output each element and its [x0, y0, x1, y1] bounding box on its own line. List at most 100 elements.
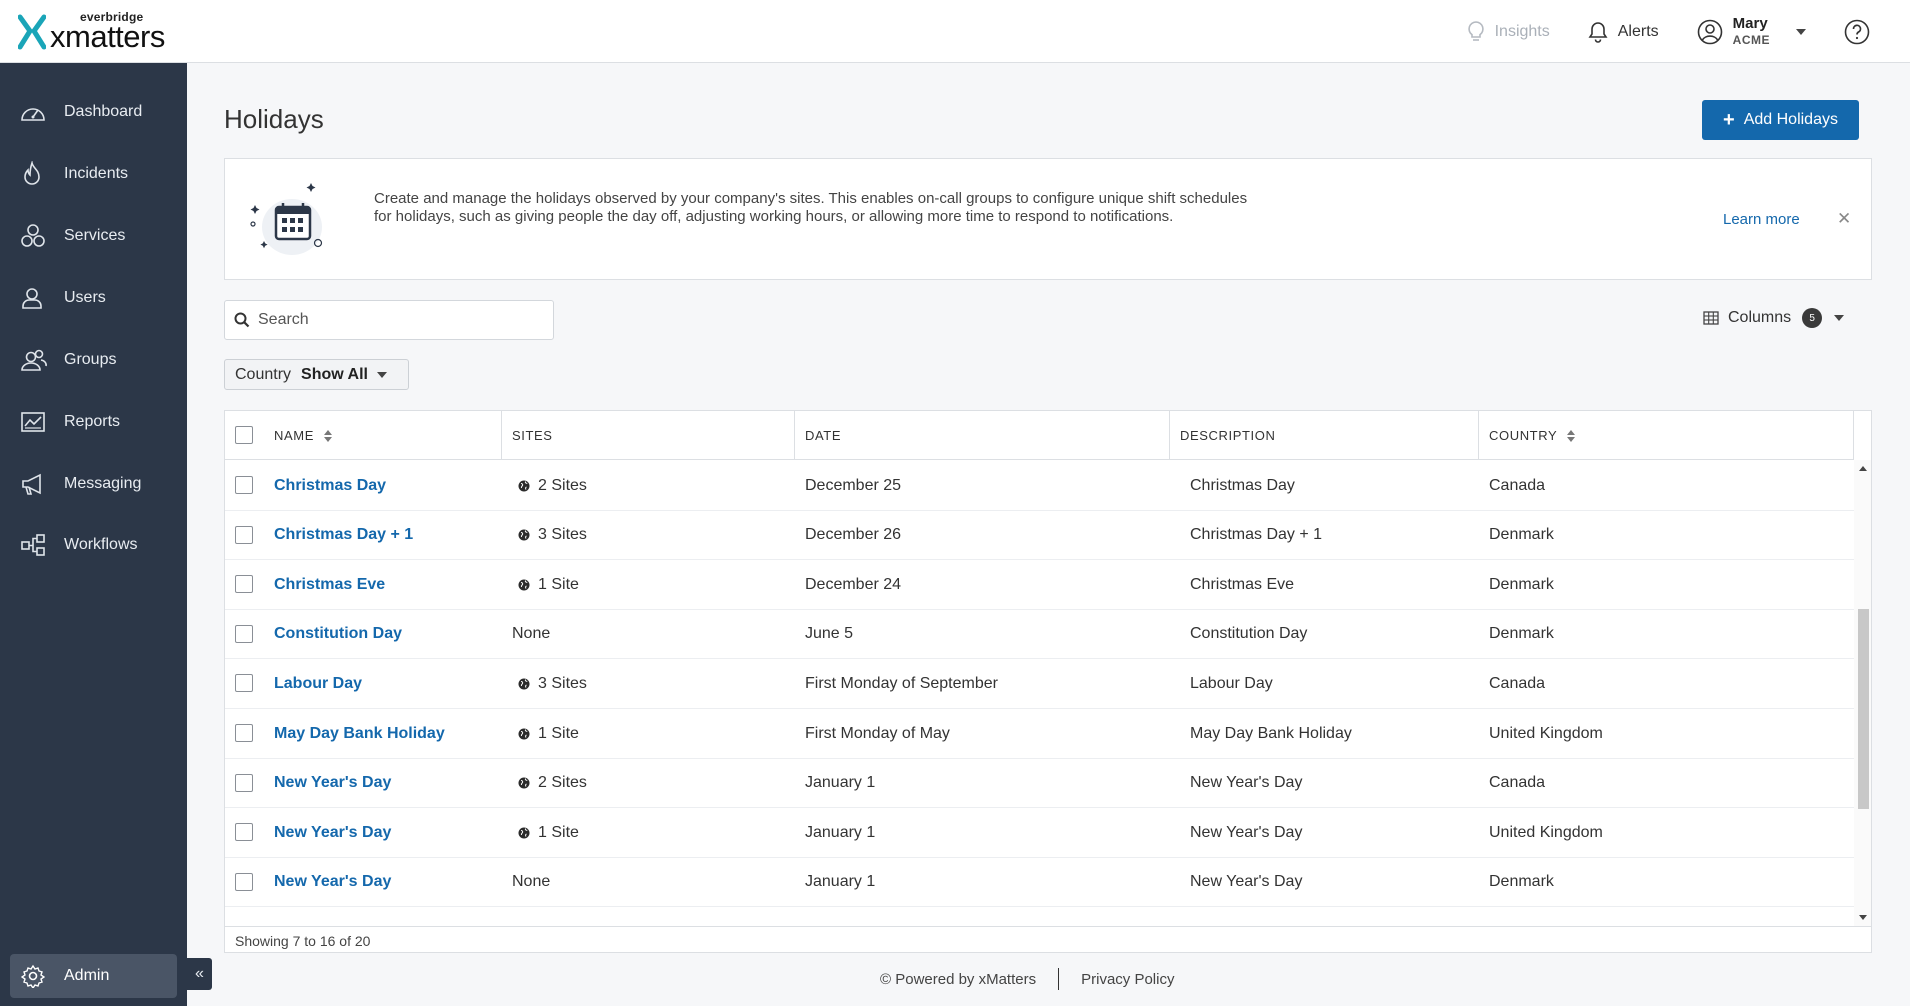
- plus-icon: +: [1723, 109, 1735, 131]
- sites-label: 2 Sites: [538, 476, 587, 494]
- lightbulb-icon: [1467, 20, 1484, 41]
- table-row[interactable]: Christmas Eve 1 Site December 24 Christmas …: [225, 560, 1854, 610]
- sidebar-item-incidents[interactable]: Incidents: [0, 149, 187, 199]
- sites-cell: None: [512, 858, 550, 907]
- search-input[interactable]: [258, 311, 538, 329]
- holiday-name-link[interactable]: Christmas Eve: [274, 560, 385, 609]
- collapse-sidebar-button[interactable]: «: [187, 958, 212, 990]
- row-checkbox[interactable]: [235, 823, 253, 842]
- table-row[interactable]: New Year's Day 1 Site January 1 New Year's …: [225, 808, 1854, 858]
- table-row[interactable]: May Day Bank Holiday 1 Site First Monday o…: [225, 709, 1854, 759]
- chevron-down-icon: [377, 371, 387, 378]
- row-checkbox[interactable]: [235, 724, 253, 742]
- holiday-name-link[interactable]: Christmas Day: [274, 461, 386, 510]
- scroll-up-icon[interactable]: [1859, 466, 1867, 471]
- table-row[interactable]: Christmas Day + 1 3 Sites December 26 Chris…: [225, 511, 1854, 561]
- table-row[interactable]: Labour Day 3 Sites First Monday of Septemb…: [225, 659, 1854, 709]
- sites-label: 3 Sites: [538, 526, 587, 544]
- close-icon[interactable]: ✕: [1837, 209, 1851, 229]
- header-sites-label: SITES: [512, 428, 553, 443]
- privacy-policy-link[interactable]: Privacy Policy: [1081, 971, 1174, 988]
- user-org: ACME: [1732, 32, 1770, 47]
- holiday-name-link[interactable]: New Year's Day: [274, 759, 391, 808]
- sidebar-item-messaging[interactable]: Messaging: [0, 459, 187, 509]
- country-cell: United Kingdom: [1489, 724, 1603, 742]
- filter-value: Show All: [301, 365, 368, 383]
- alerts-link[interactable]: Alerts: [1588, 21, 1659, 43]
- table-row[interactable]: Constitution Day None June 5 Constitution D…: [225, 610, 1854, 660]
- sites-cell[interactable]: 2 Sites: [518, 461, 587, 510]
- sidebar-item-services[interactable]: Services: [0, 211, 187, 261]
- double-chevron-left-icon: «: [195, 965, 204, 982]
- flame-icon: [24, 161, 40, 185]
- description-cell: May Day Bank Holiday: [1190, 724, 1352, 742]
- row-checkbox[interactable]: [235, 674, 253, 693]
- header-name[interactable]: NAME: [255, 411, 502, 460]
- table-scrollbar[interactable]: [1854, 460, 1871, 926]
- description-cell: Labour Day: [1190, 674, 1273, 692]
- footer-divider: [1058, 968, 1060, 990]
- row-checkbox[interactable]: [235, 476, 253, 494]
- date-cell: June 5: [805, 625, 854, 643]
- table-row[interactable]: Christmas Day 2 Sites December 25 Christmas…: [225, 461, 1854, 511]
- sidebar-label: Workflows: [64, 536, 138, 553]
- sites-cell[interactable]: 1 Site: [518, 808, 579, 857]
- sites-cell: None: [512, 610, 550, 659]
- xmatters-logo-icon: [18, 14, 46, 50]
- help-button[interactable]: [1844, 19, 1880, 45]
- scroll-down-icon[interactable]: [1859, 915, 1867, 920]
- holiday-name-link[interactable]: Constitution Day: [274, 610, 402, 659]
- row-checkbox[interactable]: [235, 575, 253, 594]
- chevron-down-icon: [1834, 315, 1845, 321]
- sites-cell[interactable]: 1 Site: [518, 709, 579, 758]
- table-row[interactable]: New Year's Day None January 1 New Year's Da…: [225, 858, 1854, 908]
- sidebar-item-workflows[interactable]: Workflows: [0, 520, 187, 570]
- header-country[interactable]: COUNTRY: [1479, 411, 1854, 460]
- select-all-checkbox[interactable]: [235, 426, 253, 444]
- sites-cell[interactable]: 1 Site: [518, 560, 579, 609]
- add-holidays-button[interactable]: + Add Holidays: [1702, 100, 1859, 140]
- holiday-name-link[interactable]: New Year's Day: [274, 858, 391, 907]
- sidebar-label: Groups: [64, 351, 117, 368]
- learn-more-link[interactable]: Learn more: [1723, 211, 1800, 228]
- bell-icon: [1588, 21, 1608, 43]
- holiday-name-link[interactable]: Labour Day: [274, 659, 362, 708]
- header-country-label: COUNTRY: [1489, 428, 1558, 443]
- user-menu[interactable]: Mary ACME: [1697, 15, 1806, 49]
- row-checkbox[interactable]: [235, 872, 253, 891]
- sidebar-item-admin[interactable]: Admin: [10, 954, 177, 998]
- row-checkbox[interactable]: [235, 624, 253, 643]
- header-date-label: DATE: [805, 428, 842, 443]
- date-cell: First Monday of May: [805, 724, 950, 742]
- brand-product: xmatters: [50, 19, 165, 54]
- sites-cell[interactable]: 3 Sites: [518, 659, 587, 708]
- description-cell: Christmas Day: [1190, 476, 1295, 494]
- sidebar-label: Dashboard: [64, 103, 143, 120]
- country-filter-dropdown[interactable]: Country Show All: [224, 359, 409, 390]
- holiday-name-link[interactable]: New Year's Day: [274, 808, 391, 857]
- xmatters-logo[interactable]: everbridge xmatters: [18, 11, 165, 54]
- columns-menu-button[interactable]: Columns 5: [1703, 308, 1845, 328]
- sidebar-item-users[interactable]: Users: [0, 273, 187, 323]
- scrollbar-thumb[interactable]: [1858, 609, 1869, 809]
- holiday-name-link[interactable]: May Day Bank Holiday: [274, 709, 445, 758]
- row-checkbox[interactable]: [235, 525, 253, 544]
- user-name: Mary: [1732, 14, 1768, 32]
- search-box[interactable]: [224, 300, 554, 340]
- insights-link[interactable]: Insights: [1467, 20, 1550, 43]
- page-title: Holidays: [224, 104, 324, 134]
- sites-cell[interactable]: 3 Sites: [518, 511, 587, 560]
- description-cell: Christmas Eve: [1190, 575, 1295, 593]
- country-cell: Canada: [1489, 674, 1546, 692]
- sidebar-item-dashboard[interactable]: Dashboard: [0, 87, 187, 137]
- country-cell: Denmark: [1489, 873, 1554, 891]
- add-holidays-label: Add Holidays: [1743, 111, 1838, 128]
- help-icon: [1844, 19, 1870, 44]
- table-row[interactable]: New Year's Day 2 Sites January 1 New Year's…: [225, 759, 1854, 809]
- sidebar-item-groups[interactable]: Groups: [0, 335, 187, 385]
- admin-label: Admin: [64, 967, 110, 984]
- sidebar-item-reports[interactable]: Reports: [0, 397, 187, 447]
- sites-cell[interactable]: 2 Sites: [518, 759, 587, 808]
- row-checkbox[interactable]: [235, 773, 253, 792]
- holiday-name-link[interactable]: Christmas Day + 1: [274, 511, 413, 560]
